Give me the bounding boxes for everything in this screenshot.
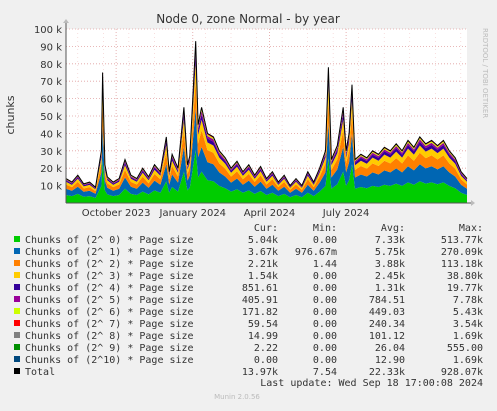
legend-swatch [14,236,20,242]
legend-swatch [14,260,20,266]
legend-value-max: 513.77k [441,235,483,246]
munin-graph: Node 0, zone Normal - by year chunks RRD… [0,0,497,407]
legend-value-min: 7.54 [313,367,337,378]
legend-series-name: Chunks of (2^ 2) * Page size [25,259,194,270]
legend-series-name: Chunks of (2^ 6) * Page size [25,307,194,318]
legend-column-header: Cur: [254,223,278,234]
legend-series-name: Chunks of (2^ 4) * Page size [25,283,194,294]
y-tick-label: 60 k [40,95,62,106]
legend-value-max: 1.69k [453,331,483,342]
legend-swatch [14,284,20,290]
legend-value-cur: 2.21k [248,259,278,270]
y-tick-label: 10 k [40,182,62,193]
legend-swatch [14,248,20,254]
legend-value-cur: 0.00 [254,355,278,366]
legend-swatch [14,296,20,302]
legend-value-min: 0.00 [313,235,337,246]
legend-value-max: 3.54k [453,319,483,330]
legend-series-name: Chunks of (2^ 3) * Page size [25,271,194,282]
legend-swatch [14,308,20,314]
legend-value-max: 7.78k [453,295,483,306]
y-tick-label: 40 k [40,129,62,140]
legend-value-max: 1.69k [453,355,483,366]
x-tick-label: April 2024 [244,208,295,219]
legend-value-cur: 13.97k [242,367,278,378]
chart-svg: Node 0, zone Normal - by year chunks RRD… [0,0,497,407]
y-tick-label: 80 k [40,60,62,71]
legend-value-avg: 5.75k [375,247,405,258]
legend-value-max: 5.43k [453,307,483,318]
legend-value-max: 19.77k [447,283,483,294]
y-tick-label: 100 k [34,25,62,36]
legend-value-avg: 3.88k [375,259,405,270]
x-tick-label: July 2024 [322,208,370,219]
legend-value-avg: 1.31k [375,283,405,294]
y-tick-label: 90 k [40,42,62,53]
legend-value-avg: 12.90 [375,355,405,366]
legend-value-min: 0.00 [313,283,337,294]
legend-swatch [14,356,20,362]
legend-value-min: 0.00 [313,307,337,318]
y-axis-label: chunks [4,95,17,134]
legend-value-avg: 22.33k [369,367,405,378]
legend-value-min: 0.00 [313,271,337,282]
legend-swatch [14,272,20,278]
legend-swatch [14,320,20,326]
legend-value-min: 0.00 [313,319,337,330]
legend-value-max: 38.80k [447,271,483,282]
legend-series-name: Chunks of (2^ 1) * Page size [25,247,194,258]
side-watermark: RRDTOOL / TOBI OETIKER [481,28,489,118]
legend-value-cur: 14.99 [248,331,278,342]
x-tick-label: October 2023 [82,208,151,219]
legend-value-max: 928.07k [441,367,483,378]
munin-version: Munin 2.0.56 [214,393,260,401]
legend-value-max: 270.09k [441,247,483,258]
chart-title: Node 0, zone Normal - by year [156,12,340,26]
legend-series-name: Chunks of (2^10) * Page size [25,355,194,366]
legend-value-avg: 7.33k [375,235,405,246]
last-update: Last update: Wed Sep 18 17:00:08 2024 [260,378,483,389]
legend-swatch [14,344,20,350]
legend-column-header: Min: [313,223,337,234]
legend-value-avg: 101.12 [369,331,405,342]
legend-value-cur: 851.61 [242,283,278,294]
legend-value-min: 0.00 [313,343,337,354]
legend-series-name: Chunks of (2^ 0) * Page size [25,235,194,246]
legend-value-avg: 240.34 [369,319,405,330]
legend-swatch [14,332,20,338]
legend-value-avg: 784.51 [369,295,405,306]
x-tick-label: January 2024 [159,208,227,219]
legend-value-avg: 26.04 [375,343,405,354]
x-ticks: October 2023 January 2024 April 2024 July 2… [82,208,370,219]
legend-value-max: 555.00 [447,343,483,354]
legend-value-avg: 449.03 [369,307,405,318]
legend-swatch [14,368,20,374]
y-tick-label: 50 k [40,112,62,123]
legend-value-avg: 2.45k [375,271,405,282]
legend-series-name: Total [25,367,55,378]
legend-value-min: 1.44 [313,259,337,270]
legend-value-min: 0.00 [313,331,337,342]
legend-series-name: Chunks of (2^ 5) * Page size [25,295,194,306]
legend-series-name: Chunks of (2^ 8) * Page size [25,331,194,342]
legend-value-cur: 3.67k [248,247,278,258]
legend-value-cur: 171.82 [242,307,278,318]
legend-value-min: 0.00 [313,355,337,366]
legend-value-cur: 405.91 [242,295,278,306]
legend-value-max: 113.18k [441,259,483,270]
y-tick-label: 20 k [40,164,62,175]
legend-value-min: 976.67m [295,247,337,258]
legend-value-min: 0.00 [313,295,337,306]
legend-value-cur: 1.54k [248,271,278,282]
legend-series-name: Chunks of (2^ 7) * Page size [25,319,194,330]
legend-column-header: Avg: [381,223,405,234]
legend-value-cur: 59.54 [248,319,278,330]
y-tick-label: 70 k [40,77,62,88]
legend-column-header: Max: [459,223,483,234]
y-tick-label: 30 k [40,147,62,158]
legend-value-cur: 5.04k [248,235,278,246]
legend-series-name: Chunks of (2^ 9) * Page size [25,343,194,354]
legend-value-cur: 2.22 [254,343,278,354]
